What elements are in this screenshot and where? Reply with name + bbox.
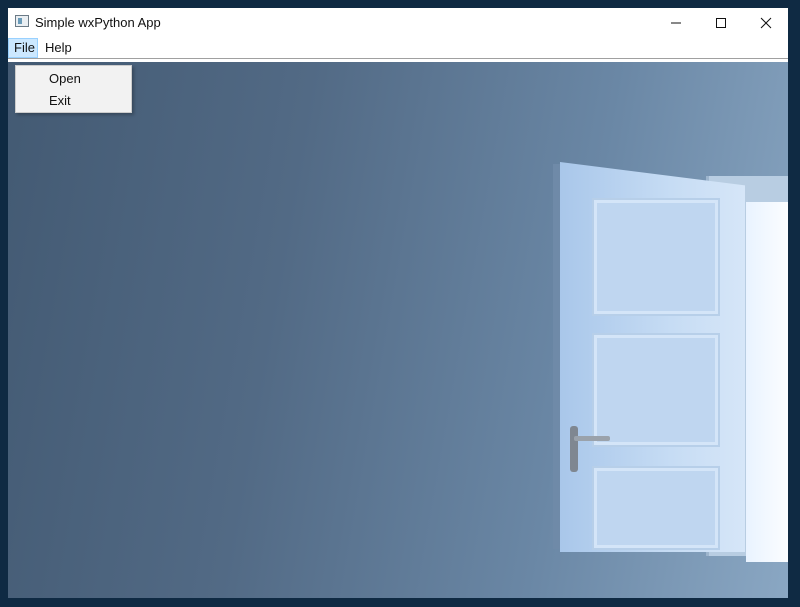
app-window: Simple wxPython App File Help Open Exit	[8, 8, 788, 598]
menu-file[interactable]: File	[8, 38, 38, 58]
file-menu-dropdown: Open Exit	[15, 65, 132, 113]
minimize-icon	[671, 22, 681, 24]
close-button[interactable]	[743, 8, 788, 38]
photo-door-handle	[574, 436, 610, 441]
minimize-button[interactable]	[653, 8, 699, 38]
menu-item-open[interactable]: Open	[16, 68, 131, 90]
title-bar[interactable]: Simple wxPython App	[8, 8, 788, 38]
photo-door-panel	[592, 198, 720, 316]
app-window-icon	[15, 15, 29, 27]
maximize-button[interactable]	[698, 8, 744, 38]
photo-door-panel	[592, 466, 720, 550]
maximize-icon	[716, 18, 726, 28]
photo-door-panel	[592, 333, 720, 447]
photo-doorway-light	[746, 202, 788, 562]
menu-item-exit[interactable]: Exit	[16, 90, 131, 112]
photo-door-edge	[553, 164, 561, 549]
menu-separator	[8, 58, 788, 59]
menu-bar: File Help	[8, 38, 788, 58]
close-icon	[760, 17, 772, 29]
photo-door-handle-plate	[570, 426, 578, 472]
menu-help[interactable]: Help	[40, 38, 76, 58]
window-title: Simple wxPython App	[35, 15, 161, 30]
